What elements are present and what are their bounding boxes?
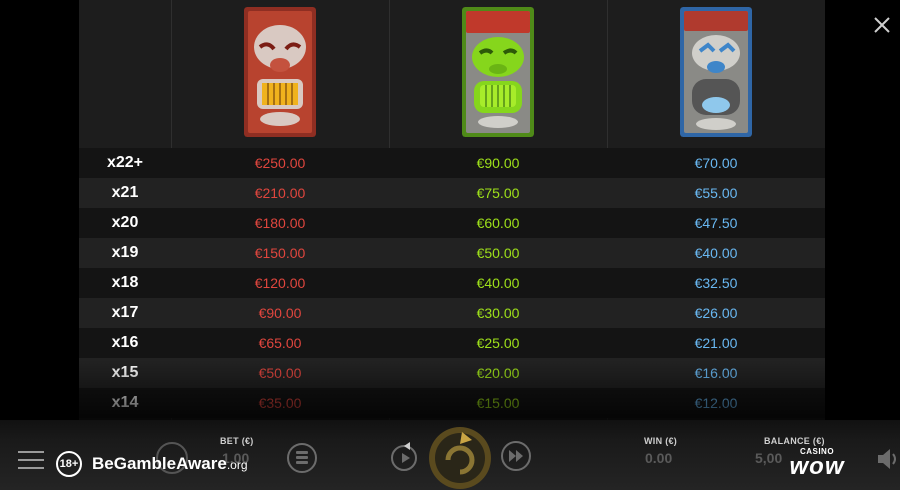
red-payout-cell: €120.00	[254, 275, 306, 291]
green-payout-cell: €15.00	[476, 395, 520, 411]
bet-label: BET (€)	[220, 436, 254, 446]
red-tiki-mask-icon	[244, 7, 316, 137]
balance-value: 5,00	[755, 450, 783, 466]
turbo-icon[interactable]	[500, 440, 532, 472]
multiplier-cell: x18	[111, 274, 139, 291]
multiplier-cell: x21	[111, 184, 139, 201]
green-payout-cell: €20.00	[476, 365, 520, 381]
blue-payout-cell: €26.00	[694, 305, 738, 321]
win-label: WIN (€)	[644, 436, 678, 446]
coin-stack-icon[interactable]	[286, 442, 318, 474]
paytable-row: x21 €210.00 €75.00 €55.00	[79, 178, 825, 208]
paytable-row: x14 €35.00 €15.00 €12.00	[79, 388, 825, 418]
paytable-row: x22+ €250.00 €90.00 €70.00	[79, 148, 825, 178]
multiplier-cell: x15	[111, 364, 139, 381]
green-payout-cell: €90.00	[476, 155, 520, 171]
red-payout-cell: €50.00	[258, 365, 302, 381]
win-value: 0.00	[645, 450, 673, 466]
paytable-row: x19 €150.00 €50.00 €40.00	[79, 238, 825, 268]
begambleaware-link[interactable]: 18+ BeGambleAware.org	[56, 451, 248, 477]
green-payout-cell: €60.00	[476, 215, 520, 231]
casino-wow-logo: CASINO wow	[785, 447, 849, 481]
age-18-badge: 18+	[56, 451, 82, 477]
autoplay-icon[interactable]	[388, 440, 420, 472]
blue-payout-cell: €47.50	[694, 215, 738, 231]
multiplier-cell: x16	[111, 334, 139, 351]
paytable-panel: x22+ €250.00 €90.00 €70.00 x21 €210.00 €75.00 €…	[79, 0, 825, 420]
balance-label: BALANCE (€)	[764, 436, 825, 446]
green-tiki-mask-icon	[462, 7, 534, 137]
red-payout-cell: €210.00	[254, 185, 306, 201]
paytable-row: x16 €65.00 €25.00 €21.00	[79, 328, 825, 358]
multiplier-cell: x22+	[106, 154, 144, 171]
begambleaware-suffix: .org	[226, 458, 248, 472]
blue-payout-cell: €12.00	[694, 395, 738, 411]
symbol-header-green	[389, 0, 607, 148]
multiplier-cell: x17	[111, 304, 139, 321]
paytable-row: x20 €180.00 €60.00 €47.50	[79, 208, 825, 238]
red-payout-cell: €180.00	[254, 215, 306, 231]
multiplier-cell: x14	[111, 394, 139, 411]
red-payout-cell: €150.00	[254, 245, 306, 261]
multiplier-cell: x19	[111, 244, 139, 261]
green-payout-cell: €75.00	[476, 185, 520, 201]
blue-payout-cell: €40.00	[694, 245, 738, 261]
close-icon[interactable]	[868, 11, 896, 39]
sound-icon[interactable]	[876, 448, 900, 470]
red-payout-cell: €250.00	[254, 155, 306, 171]
blue-payout-cell: €21.00	[694, 335, 738, 351]
symbol-header-red	[171, 0, 389, 148]
spin-button[interactable]	[428, 426, 492, 490]
green-payout-cell: €25.00	[476, 335, 520, 351]
paytable-row: x15 €50.00 €20.00 €16.00	[79, 358, 825, 388]
green-payout-cell: €30.00	[476, 305, 520, 321]
symbol-header-blue	[607, 0, 825, 148]
red-payout-cell: €35.00	[258, 395, 302, 411]
menu-icon[interactable]	[18, 450, 44, 470]
red-payout-cell: €65.00	[258, 335, 302, 351]
paytable-row: x18 €120.00 €40.00 €32.50	[79, 268, 825, 298]
blue-payout-cell: €32.50	[694, 275, 738, 291]
green-payout-cell: €40.00	[476, 275, 520, 291]
brand-big-text: wow	[789, 453, 845, 480]
blue-tiki-mask-icon	[680, 7, 752, 137]
begambleaware-text: BeGambleAware	[92, 454, 227, 473]
paytable-row: x17 €90.00 €30.00 €26.00	[79, 298, 825, 328]
blue-payout-cell: €55.00	[694, 185, 738, 201]
blue-payout-cell: €70.00	[694, 155, 738, 171]
green-payout-cell: €50.00	[476, 245, 520, 261]
multiplier-cell: x20	[111, 214, 139, 231]
blue-payout-cell: €16.00	[694, 365, 738, 381]
red-payout-cell: €90.00	[258, 305, 302, 321]
